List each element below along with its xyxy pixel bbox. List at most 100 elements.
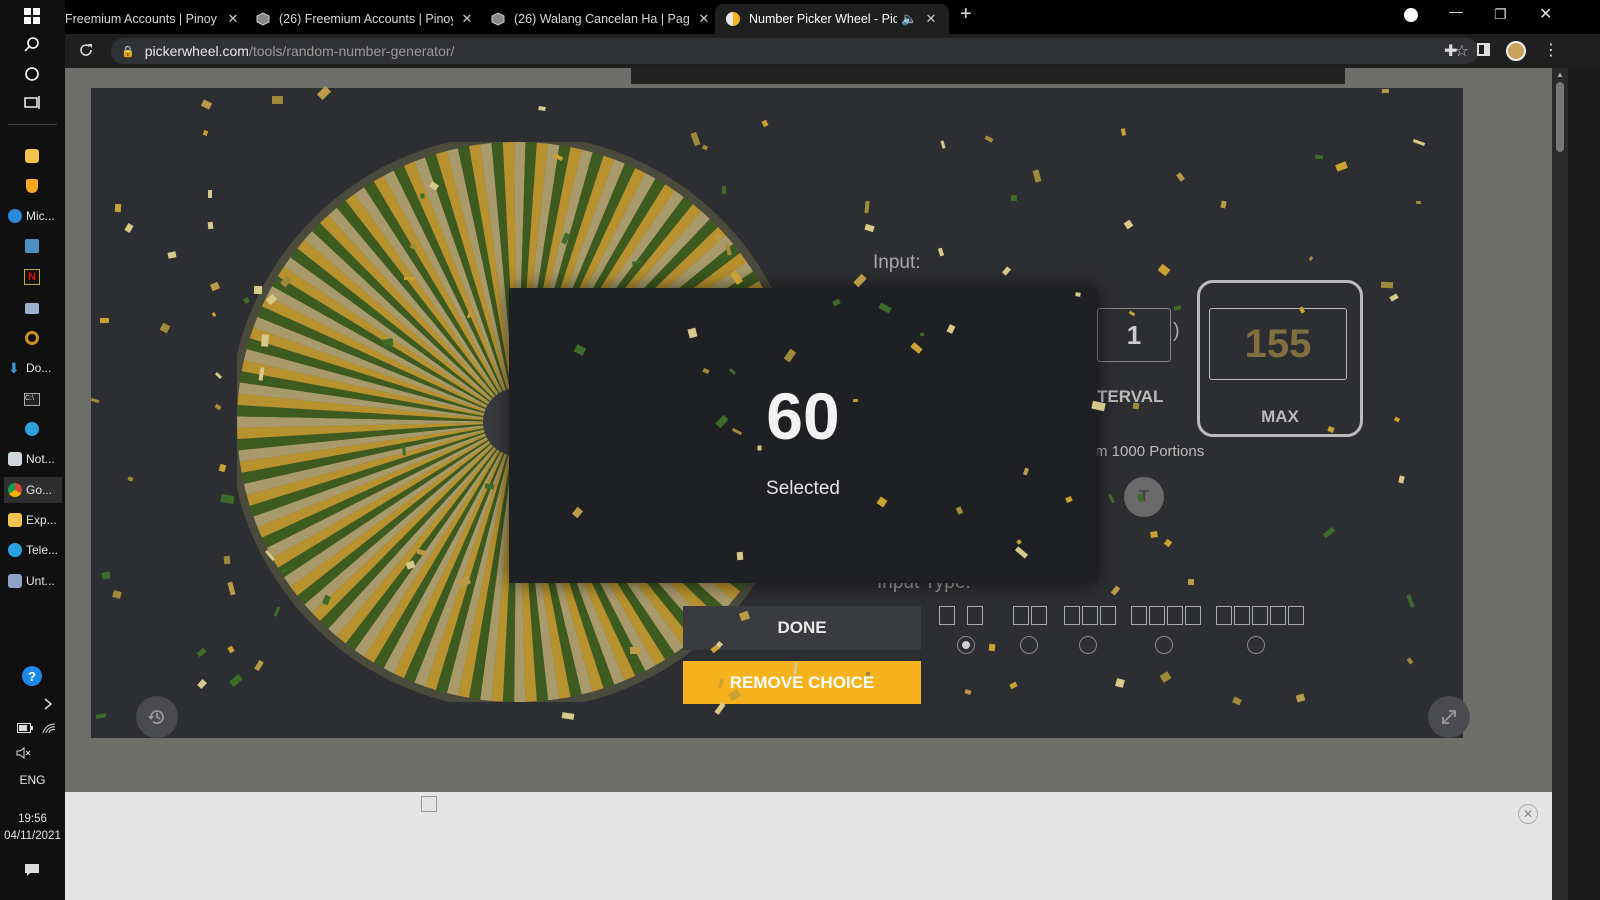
input-type-option-1[interactable] [939, 606, 983, 625]
task-view-icon[interactable] [24, 95, 40, 111]
telegram-icon[interactable] [24, 421, 40, 437]
confetti-piece [484, 483, 495, 490]
taskbar-app-explorer[interactable]: Exp... [4, 507, 62, 533]
notifications-icon[interactable] [24, 862, 40, 878]
input-type-radio-1[interactable] [957, 636, 975, 654]
taskbar-app-notepad[interactable]: Not... [4, 446, 62, 472]
close-window-icon[interactable]: ✕ [1539, 4, 1552, 24]
min-value-field[interactable]: 1 [1097, 308, 1171, 362]
confetti-piece [220, 493, 235, 505]
close-icon[interactable]: ✕ [459, 11, 475, 27]
confetti-piece [1232, 696, 1242, 706]
cortana-icon[interactable] [24, 66, 40, 82]
confetti-piece [714, 702, 726, 715]
windows-start-icon[interactable] [24, 8, 40, 24]
browser-toolbar: 🔒 pickerwheel.com/tools/random-number-ge… [65, 34, 1600, 68]
taskbar-clock[interactable]: 19:56 04/11/2021 [0, 811, 65, 845]
restore-icon[interactable]: ❐ [1494, 6, 1507, 23]
battery-icon[interactable] [17, 720, 33, 736]
kebab-menu-icon[interactable]: ⋮ [1543, 40, 1559, 60]
confetti-piece [865, 671, 871, 677]
taskbar-app-paint[interactable]: Unt... [4, 568, 62, 594]
confetti-piece [196, 647, 207, 658]
browser-tab[interactable]: (26) Walang Cancelan Ha | Page 6 ✕ [490, 4, 712, 34]
ad-close-button[interactable]: ✕ [1518, 804, 1538, 824]
confetti-piece [1380, 281, 1394, 289]
remote-desktop-icon[interactable] [24, 300, 40, 316]
confetti-piece [1115, 678, 1125, 688]
extensions-puzzle-icon[interactable]: ✚ [1444, 41, 1457, 61]
terminal-icon[interactable]: C:\ [24, 391, 40, 407]
page-scrollbar[interactable]: ▲ [1552, 68, 1568, 900]
netflix-icon[interactable]: N [24, 269, 40, 285]
profile-menu-icon[interactable] [1404, 8, 1418, 22]
taskbar-app-downloads[interactable]: ⬇ Do... [4, 355, 62, 381]
close-icon[interactable]: ✕ [923, 11, 939, 27]
max-value-field[interactable]: 155 [1209, 308, 1347, 380]
confetti-piece [1393, 416, 1401, 423]
text-button[interactable]: T [1124, 477, 1164, 517]
input-type-option-5[interactable] [1216, 606, 1304, 625]
confetti-piece [271, 95, 284, 105]
input-type-option-3[interactable] [1064, 606, 1116, 625]
input-type-radio-2[interactable] [1020, 636, 1038, 654]
minimize-icon[interactable]: — [1449, 3, 1463, 19]
confetti-piece [211, 312, 217, 317]
top-banner-image [631, 68, 1345, 84]
confetti-piece [253, 285, 263, 295]
input-type-radio-3[interactable] [1079, 636, 1097, 654]
clock-date: 04/11/2021 [4, 830, 61, 842]
side-panel-icon[interactable] [1477, 43, 1490, 56]
confetti-piece [1009, 681, 1018, 690]
confetti-piece [101, 571, 111, 580]
taskbar-app-telegram[interactable]: Tele... [4, 537, 62, 563]
reload-icon[interactable] [78, 42, 94, 63]
interval-label: TERVAL [1097, 387, 1164, 406]
browser-tab-active[interactable]: Number Picker Wheel - Pick 🔈 ✕ [715, 4, 949, 34]
brave-icon[interactable] [24, 178, 40, 194]
pinned-app-icon[interactable] [24, 330, 40, 346]
photos-icon[interactable] [24, 238, 40, 254]
confetti-piece [1120, 128, 1127, 136]
help-icon[interactable]: ? [22, 666, 42, 686]
browser-tab[interactable]: (26) Freemium Accounts | Pinoy I ✕ [255, 4, 475, 34]
new-tab-button[interactable]: + [960, 3, 972, 26]
clock-time: 19:56 [18, 813, 47, 825]
confetti-piece [1150, 530, 1158, 539]
input-label: Input: [873, 252, 921, 273]
input-type-radio-5[interactable] [1247, 636, 1265, 654]
taskbar-app-chrome[interactable]: Go... [4, 477, 62, 503]
avatar[interactable] [1506, 41, 1526, 61]
input-type-option-4[interactable] [1131, 606, 1201, 625]
taskbar-app-edge[interactable]: Mic... [4, 203, 62, 229]
scrollbar-thumb[interactable] [1556, 82, 1564, 152]
input-type-option-2[interactable] [1013, 606, 1047, 625]
history-button[interactable] [136, 696, 178, 738]
search-icon[interactable] [24, 37, 40, 53]
confetti-piece [420, 193, 425, 199]
wifi-icon[interactable] [41, 720, 57, 736]
pinned-app-icon[interactable] [24, 148, 40, 164]
range-paren-icon: ) [1173, 320, 1180, 342]
confetti-piece [964, 689, 972, 695]
close-icon[interactable]: ✕ [225, 11, 241, 27]
chevron-right-icon[interactable] [40, 696, 56, 712]
paint-icon [8, 574, 22, 588]
close-icon[interactable]: ✕ [696, 11, 712, 27]
confetti-piece [1308, 256, 1314, 261]
expand-icon [1442, 710, 1456, 724]
fullscreen-button[interactable] [1428, 696, 1470, 738]
confetti-piece [1163, 538, 1173, 548]
language-indicator[interactable]: ENG [0, 773, 65, 787]
speaker-icon[interactable]: 🔈 [901, 11, 917, 27]
confetti-piece [630, 647, 641, 654]
chrome-icon [8, 483, 22, 497]
confetti-piece [1406, 594, 1415, 608]
input-type-radio-4[interactable] [1155, 636, 1173, 654]
browser-tab[interactable]: Freemium Accounts | Pinoy In ✕ [65, 4, 241, 34]
history-icon [148, 710, 164, 724]
address-bar[interactable]: 🔒 pickerwheel.com/tools/random-number-ge… [111, 38, 1479, 64]
scroll-up-icon[interactable]: ▲ [1556, 70, 1564, 79]
confetti-piece [761, 119, 769, 128]
speaker-muted-icon[interactable] [16, 745, 32, 761]
